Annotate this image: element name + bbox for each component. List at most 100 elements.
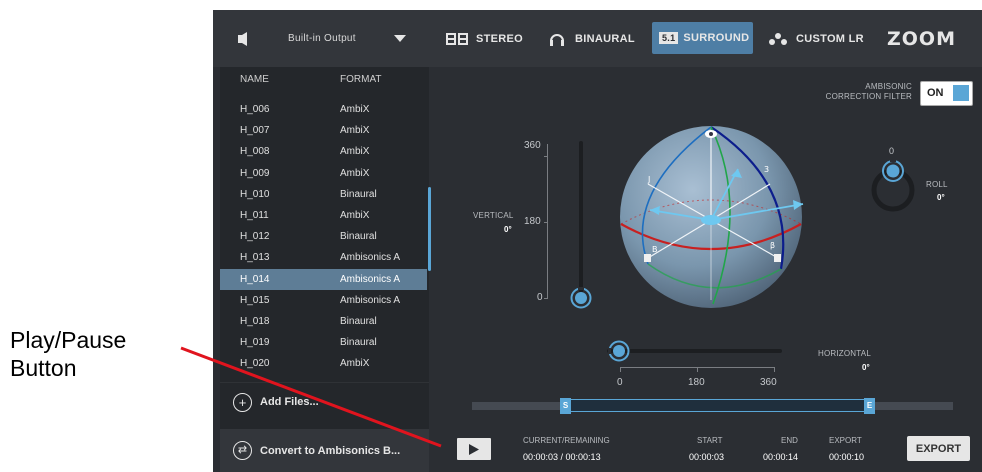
play-icon: [469, 443, 479, 455]
horizontal-tick-360: 360: [760, 377, 777, 388]
output-device-label: Built-in Output: [288, 33, 356, 44]
file-name: H_008: [240, 146, 270, 158]
list-scrollbar[interactable]: [428, 187, 431, 271]
file-name: H_010: [240, 188, 270, 200]
file-list-row[interactable]: H_008 AmbiX: [220, 141, 427, 162]
ambisonic-sphere[interactable]: J 3 B β: [618, 124, 804, 315]
custom-lr-icon: [768, 32, 788, 46]
file-name: H_018: [240, 316, 270, 327]
end-value: 00:00:14: [763, 452, 799, 462]
file-list-row[interactable]: H_011 AmbiX: [220, 205, 427, 226]
roll-value: 0°: [937, 193, 945, 202]
vertical-slider-handle[interactable]: [570, 287, 592, 314]
correction-toggle[interactable]: ON: [920, 81, 973, 106]
file-name: H_012: [240, 231, 270, 243]
file-format: AmbiX: [340, 167, 370, 179]
file-format: Binaural: [340, 231, 377, 243]
vertical-slider-track[interactable]: [579, 141, 583, 299]
horizontal-slider-handle[interactable]: [608, 340, 630, 367]
vertical-label: VERTICAL: [473, 211, 514, 220]
timeline-end-marker[interactable]: E: [864, 398, 875, 414]
file-name: H_019: [240, 337, 270, 349]
roll-tick-0: 0: [889, 146, 895, 156]
vertical-scale-line: [547, 144, 548, 298]
file-format: Ambisonics A: [340, 252, 401, 264]
horizontal-tick-0: 0: [617, 377, 623, 388]
horizontal-label: HORIZONTAL: [818, 349, 871, 358]
plus-icon: +: [233, 392, 252, 412]
file-list-row[interactable]: H_014 Ambisonics A: [220, 268, 427, 290]
file-name: H_015: [240, 294, 270, 306]
file-format: AmbiX: [340, 104, 370, 115]
mode-custom-lr[interactable]: CUSTOM LR: [768, 10, 864, 67]
convert-label: Convert to Ambisonics B...: [260, 444, 401, 457]
svg-text:3: 3: [764, 165, 769, 174]
play-pause-button[interactable]: [457, 438, 491, 460]
horizontal-scale-mark: [697, 367, 698, 372]
file-list-row[interactable]: H_010 Binaural: [220, 184, 427, 205]
file-list-row[interactable]: H_012 Binaural: [220, 226, 427, 247]
horizontal-slider-track[interactable]: [607, 349, 782, 353]
export-duration-label: EXPORT: [829, 436, 862, 445]
file-list-row[interactable]: H_009 AmbiX: [220, 163, 427, 184]
file-name: H_020: [240, 358, 270, 370]
roll-label: ROLL: [926, 180, 948, 189]
mode-stereo[interactable]: STEREO: [446, 10, 523, 67]
vertical-tick-360: 360: [524, 140, 541, 151]
timeline-selection[interactable]: [565, 399, 869, 412]
current-remaining-label: CURRENT/REMAINING: [523, 436, 610, 445]
current-remaining-value: 00:00:03 / 00:00:13: [523, 452, 601, 462]
mode-binaural-label: BINAURAL: [575, 32, 635, 45]
file-list-row[interactable]: H_013 Ambisonics A: [220, 247, 427, 268]
horizontal-scale-mark: [774, 367, 775, 372]
file-name: H_006: [240, 104, 270, 115]
speaker-icon[interactable]: [237, 10, 249, 67]
file-name: H_014: [240, 273, 270, 285]
file-list-row[interactable]: H_018 Binaural: [220, 311, 427, 332]
roll-knob[interactable]: [870, 157, 916, 218]
headphones-icon: [549, 31, 565, 46]
file-name: H_013: [240, 252, 270, 264]
zoom-logo-text: ZOOM: [887, 27, 956, 50]
file-list-row[interactable]: H_015 Ambisonics A: [220, 290, 427, 311]
mode-stereo-label: STEREO: [476, 32, 524, 45]
file-format: AmbiX: [340, 210, 370, 221]
convert-button[interactable]: ⇄ Convert to Ambisonics B...: [220, 429, 429, 472]
vertical-scale-mark: [544, 156, 548, 157]
mode-binaural[interactable]: BINAURAL: [549, 10, 635, 67]
export-duration-value: 00:00:10: [829, 452, 865, 462]
surround-badge: 5.1: [659, 32, 679, 44]
timeline-start-marker[interactable]: S: [560, 398, 571, 414]
file-list-panel: NAME FORMAT H_006 AmbiX H_007 AmbiX H_008 Amb…: [220, 67, 431, 472]
file-format: AmbiX: [340, 125, 370, 137]
file-list-row[interactable]: H_019 Binaural: [220, 332, 427, 353]
file-format: Binaural: [340, 188, 377, 200]
file-list-row[interactable]: H_007 AmbiX: [220, 120, 427, 141]
add-files-label: Add Files...: [260, 396, 319, 408]
end-label: END: [781, 436, 798, 445]
convert-arrows-icon: ⇄: [233, 441, 252, 460]
file-list-row[interactable]: H_020 AmbiX: [220, 353, 427, 374]
vertical-scale-mark: [544, 222, 548, 223]
vertical-scale-mark: [544, 298, 548, 299]
mode-custom-lr-label: CUSTOM LR: [796, 32, 864, 45]
zoom-logo: ZOOM: [887, 10, 956, 67]
correction-filter-label: AMBISONIC CORRECTION FILTER: [793, 82, 912, 102]
chevron-down-icon[interactable]: [394, 10, 406, 67]
file-list-header: NAME FORMAT: [220, 67, 429, 91]
file-list-row[interactable]: H_006 AmbiX: [220, 99, 427, 120]
file-name: H_011: [240, 210, 269, 221]
add-files-button[interactable]: + Add Files...: [220, 382, 429, 421]
export-button[interactable]: EXPORT: [907, 436, 970, 461]
file-format: Ambisonics A: [340, 273, 401, 285]
output-device-select[interactable]: Built-in Output: [288, 10, 356, 67]
file-format: Binaural: [340, 316, 377, 327]
mode-surround[interactable]: 5.1 SURROUND: [652, 22, 753, 54]
annotation-label-line2: Button: [10, 355, 77, 381]
horizontal-tick-180: 180: [688, 377, 705, 388]
file-format: AmbiX: [340, 146, 370, 158]
toggle-knob: [953, 85, 969, 101]
horizontal-scale-mark: [620, 367, 621, 372]
vertical-tick-180: 180: [524, 216, 541, 227]
annotation-label: Play/Pause Button: [10, 326, 126, 382]
